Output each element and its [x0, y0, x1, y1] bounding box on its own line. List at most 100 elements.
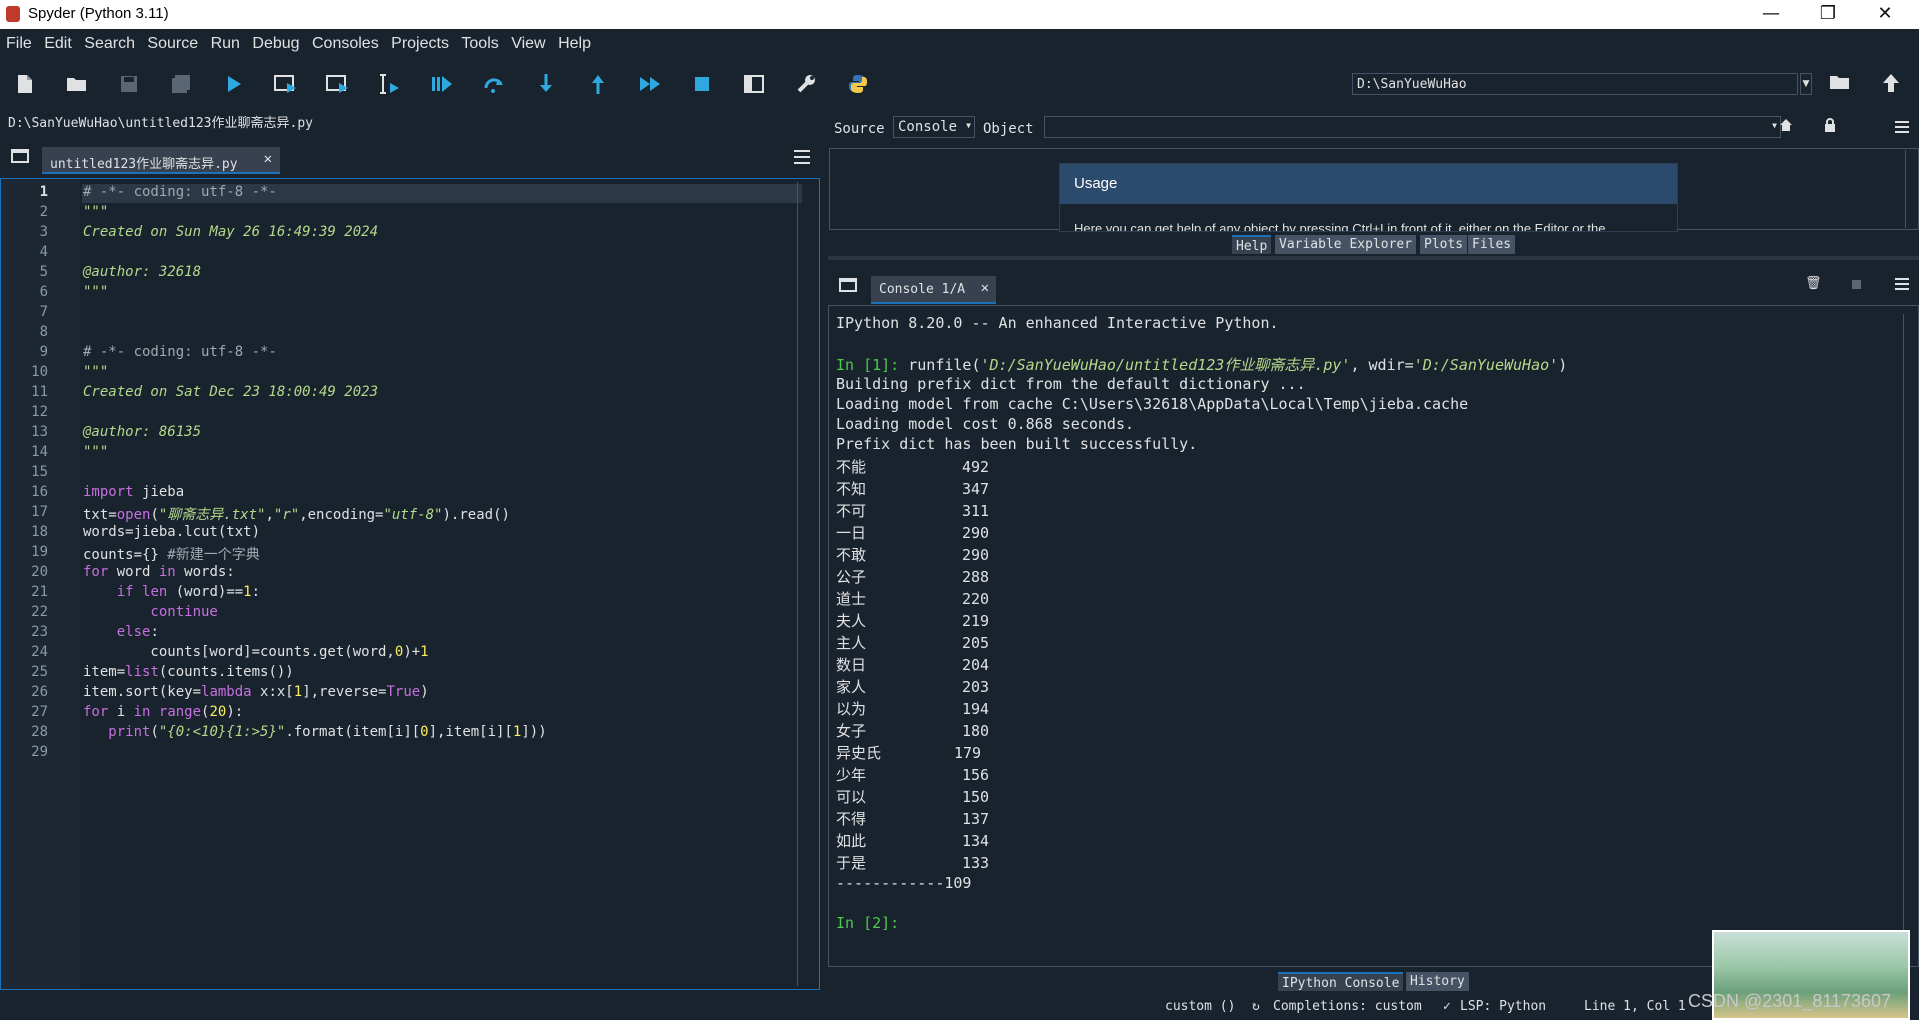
menu-search[interactable]: Search	[80, 29, 139, 53]
status-cursor-position: Line 1, Col 1	[1584, 999, 1686, 1014]
console-scrollbar[interactable]	[1903, 314, 1912, 962]
tab-files[interactable]: Files	[1468, 235, 1516, 254]
pane-splitter[interactable]	[820, 107, 828, 990]
console-tab-label: Console 1/A	[879, 282, 966, 297]
tab-help[interactable]: Help	[1232, 235, 1272, 254]
code-line: print("{0:<10}{1:>5}".format(item[i][0],…	[83, 724, 546, 740]
help-object-input[interactable]: ▼	[1044, 116, 1781, 138]
debug-icon[interactable]	[430, 72, 454, 96]
preferences-wrench-icon[interactable]	[794, 72, 818, 96]
chevron-down-icon[interactable]: ▼	[1800, 73, 1812, 95]
result-row: 不得 137	[836, 808, 989, 829]
code-token: print	[83, 724, 151, 740]
help-source-select[interactable]: Console ▼	[893, 116, 975, 138]
run-cell-advance-icon[interactable]	[326, 72, 350, 96]
menu-tools[interactable]: Tools	[457, 29, 502, 53]
trash-icon[interactable]: 🗑	[1805, 276, 1822, 292]
menu-consoles[interactable]: Consoles	[308, 29, 383, 53]
help-source-label: Source	[834, 121, 885, 137]
code-line: item.sort(key=lambda x:x[1],reverse=True…	[83, 684, 429, 700]
restore-icon[interactable]: ❐	[1800, 0, 1856, 29]
debug-step-into-icon[interactable]	[534, 72, 558, 96]
save-icon[interactable]	[117, 72, 141, 96]
result-row: 道士 220	[836, 588, 989, 609]
tab-variable-explorer[interactable]: Variable Explorer	[1275, 235, 1417, 254]
browse-folder-icon[interactable]	[1829, 73, 1851, 95]
editor-tab[interactable]: untitled123作业聊斋志异.py ✕	[42, 147, 280, 174]
line-number: 14	[31, 444, 48, 460]
close-window-icon[interactable]: ✕	[1857, 0, 1913, 29]
stop-debug-icon[interactable]	[690, 72, 714, 96]
browse-console-tabs-icon[interactable]	[839, 278, 857, 292]
console-prompt: In [2]:	[836, 914, 900, 932]
code-token: for	[83, 704, 109, 720]
debug-step-return-icon[interactable]	[586, 72, 610, 96]
pane-splitter-horizontal[interactable]	[828, 256, 1919, 270]
editor-options-menu-icon[interactable]	[794, 150, 810, 164]
run-cell-icon[interactable]	[274, 72, 298, 96]
code-token: ,	[265, 507, 274, 523]
editor-scrollbar[interactable]	[797, 182, 806, 986]
stop-kernel-icon[interactable]	[1852, 280, 1861, 289]
new-file-icon[interactable]	[13, 72, 37, 96]
console-prompt: In [1]:	[836, 356, 900, 374]
console-options-menu-icon[interactable]	[1895, 278, 1909, 290]
result-count: 492	[962, 458, 990, 476]
close-tab-icon[interactable]: ✕	[264, 151, 272, 167]
python-path-icon[interactable]	[846, 72, 870, 96]
result-row: 可以 150	[836, 786, 989, 807]
result-word: 公子	[836, 568, 867, 586]
help-scrollbar[interactable]	[1905, 150, 1916, 228]
menu-help[interactable]: Help	[554, 29, 595, 53]
close-tab-icon[interactable]: ✕	[981, 280, 989, 296]
code-token: counts={}	[83, 547, 168, 563]
parent-directory-icon[interactable]	[1882, 73, 1904, 95]
tab-history[interactable]: History	[1406, 972, 1469, 991]
menu-view[interactable]: View	[507, 29, 549, 53]
run-selection-icon[interactable]	[378, 72, 402, 96]
result-count: 204	[962, 656, 990, 674]
tab-plots[interactable]: Plots	[1420, 235, 1468, 254]
save-all-icon[interactable]	[169, 72, 193, 96]
code-token: "{0:<10}{1:>5}"	[158, 724, 286, 740]
console-token: , wdir=	[1350, 356, 1414, 374]
menu-projects[interactable]: Projects	[387, 29, 453, 53]
console-input-line: In [2]:	[836, 914, 899, 932]
code-token: 1	[293, 684, 303, 700]
minimize-icon[interactable]: —	[1743, 0, 1799, 29]
debug-continue-icon[interactable]	[638, 72, 662, 96]
result-row: 不知 347	[836, 478, 989, 499]
debug-step-over-icon[interactable]	[482, 72, 506, 96]
code-token: open	[116, 507, 151, 523]
result-row: 数日 204	[836, 654, 989, 675]
lock-icon[interactable]	[1824, 118, 1842, 136]
line-number: 5	[39, 264, 48, 280]
result-count: 179	[954, 744, 982, 762]
browse-tabs-icon[interactable]	[11, 149, 29, 163]
menu-run[interactable]: Run	[207, 29, 244, 53]
code-line: Created on Sat Dec 23 18:00:49 2023	[83, 384, 379, 400]
code-token: else	[83, 624, 151, 640]
result-count: 133	[962, 854, 990, 872]
result-row: 以为 194	[836, 698, 989, 719]
menu-edit[interactable]: Edit	[40, 29, 76, 53]
console-token: runfile(	[899, 356, 981, 374]
menu-debug[interactable]: Debug	[248, 29, 303, 53]
console-tab[interactable]: Console 1/A ✕	[871, 276, 996, 304]
code-token: 1	[420, 644, 429, 660]
run-icon[interactable]	[222, 72, 246, 96]
tab-ipython-console[interactable]: IPython Console	[1278, 972, 1404, 991]
code-token: (	[150, 724, 159, 740]
code-token: #新建一个字典	[167, 547, 260, 563]
watermark-text: CSDN @2301_81173607	[1688, 991, 1892, 1011]
open-folder-icon[interactable]	[65, 72, 89, 96]
result-word: 如此	[836, 832, 867, 850]
menu-source[interactable]: Source	[143, 29, 202, 53]
working-directory-combobox[interactable]: D:\SanYueWuHao	[1352, 73, 1798, 95]
menu-file[interactable]: File	[0, 29, 36, 53]
help-options-menu-icon[interactable]	[1895, 121, 1909, 133]
maximize-pane-icon[interactable]	[742, 72, 766, 96]
result-row: 不可 311	[836, 500, 989, 521]
code-token: import	[83, 484, 134, 500]
home-icon[interactable]	[1779, 118, 1797, 136]
